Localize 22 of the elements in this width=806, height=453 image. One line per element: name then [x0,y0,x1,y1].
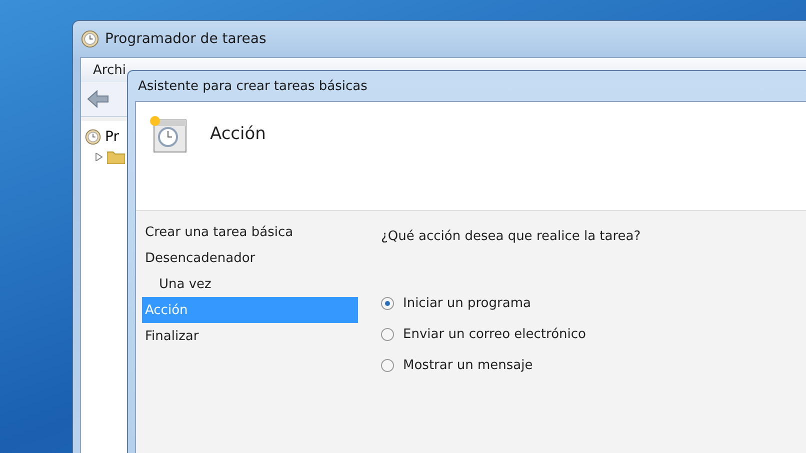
radio-button[interactable] [381,328,394,341]
option-label[interactable]: Iniciar un programa [403,296,531,311]
radio-button[interactable] [381,297,394,310]
menu-item[interactable]: Archi [93,62,126,78]
clock-icon [81,30,99,48]
back-arrow-icon[interactable] [87,90,109,108]
radio-button[interactable] [381,359,394,372]
clock-icon [85,129,101,145]
calendar-clock-icon [148,114,188,154]
folder-icon[interactable] [107,150,125,164]
window-title: Programador de tareas [105,31,266,47]
wizard-step[interactable]: Una vez [142,271,358,297]
option-label[interactable]: Mostrar un mensaje [403,358,533,373]
option-label[interactable]: Enviar un correo electrónico [403,327,586,342]
question-text: ¿Qué acción desea que realice la tarea? [381,229,642,244]
wizard-step[interactable]: Crear una tarea básica [142,219,358,245]
tree-item[interactable]: Pr [105,129,119,145]
wizard-step[interactable]: Desencadenador [142,245,358,271]
wizard-step[interactable]: Finalizar [142,323,358,349]
expander-icon[interactable] [95,153,103,161]
dialog-title: Asistente para crear tareas básicas [138,78,368,94]
page-heading: Acción [210,124,266,144]
